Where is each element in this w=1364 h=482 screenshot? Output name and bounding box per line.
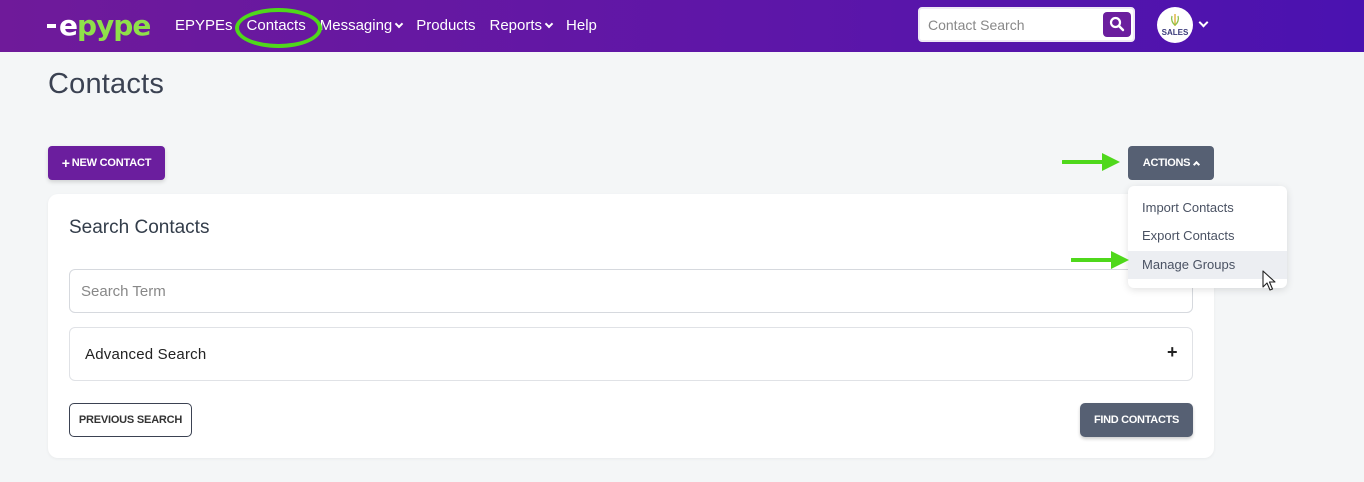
card-title: Search Contacts (69, 217, 210, 238)
chevron-down-icon (544, 19, 554, 28)
search-icon (1109, 16, 1125, 32)
nav-item-contacts[interactable]: Contacts (234, 7, 322, 48)
nav-item-messaging[interactable]: Messaging (319, 16, 404, 34)
nav-item-label: Help (566, 16, 597, 34)
chevron-up-icon (1193, 160, 1201, 169)
advanced-search-label: Advanced Search (85, 346, 207, 363)
main-nav: EPYPEs Contacts Messaging Products Repor… (175, 0, 611, 50)
logo-e: e (59, 8, 78, 42)
contact-search-input[interactable] (928, 15, 1098, 35)
chevron-down-icon (395, 19, 404, 28)
menu-item-export-contacts[interactable]: Export Contacts (1128, 222, 1287, 250)
epype-logo[interactable]: e pype (47, 8, 151, 42)
contact-search-box (918, 7, 1135, 42)
search-term-input[interactable] (69, 269, 1193, 313)
nav-item-label: Reports (489, 16, 543, 34)
search-button[interactable] (1103, 12, 1131, 37)
previous-search-button[interactable]: PREVIOUS SEARCH (69, 403, 192, 437)
actions-button[interactable]: ACTIONS (1128, 146, 1214, 180)
nav-item-help[interactable]: Help (566, 17, 597, 34)
plus-icon: + (61, 155, 70, 171)
nav-item-label: Messaging (319, 16, 393, 34)
nav-item-reports[interactable]: Reports (489, 16, 554, 34)
annotation-arrow-icon (1062, 153, 1120, 171)
nav-item-products[interactable]: Products (416, 17, 475, 34)
menu-item-import-contacts[interactable]: Import Contacts (1128, 194, 1287, 222)
logo-text: pype (77, 8, 151, 42)
nav-item-label: Contacts (246, 16, 306, 34)
annotation-arrow-icon (1071, 251, 1129, 269)
mouse-cursor-icon (1262, 270, 1276, 291)
search-contacts-card: Search Contacts Advanced Search + PREVIO… (48, 194, 1214, 458)
actions-label: ACTIONS (1142, 157, 1191, 169)
nav-item-label: EPYPEs (175, 16, 233, 34)
new-contact-button[interactable]: + NEW CONTACT (48, 146, 165, 180)
nav-item-label: Products (416, 16, 476, 34)
find-contacts-button[interactable]: FIND CONTACTS (1080, 403, 1193, 437)
page-title: Contacts (48, 68, 165, 100)
new-contact-label: NEW CONTACT (71, 157, 152, 169)
sales-logo-icon (1170, 14, 1180, 27)
plus-icon: + (1167, 342, 1178, 362)
nav-item-epypes[interactable]: EPYPEs (175, 17, 233, 34)
advanced-search-toggle[interactable]: Advanced Search + (69, 327, 1193, 381)
avatar-label: SALES (1161, 28, 1189, 37)
logo-dash (47, 24, 56, 28)
chevron-down-icon[interactable] (1198, 17, 1209, 28)
top-nav-bar: e pype EPYPEs Contacts Messaging Products… (0, 0, 1364, 52)
avatar[interactable]: SALES (1157, 7, 1193, 43)
